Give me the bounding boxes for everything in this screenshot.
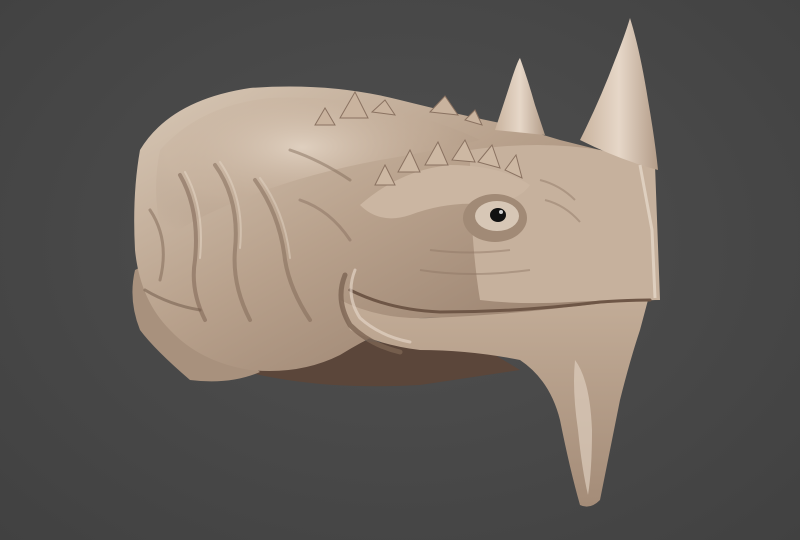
viewport[interactable] — [0, 0, 800, 540]
eye-glint — [499, 210, 503, 214]
creature-head-sculpt — [132, 18, 660, 507]
lower-jaw — [340, 300, 648, 507]
rear-horn — [580, 18, 658, 170]
eye — [490, 208, 506, 222]
front-horn — [495, 58, 545, 135]
